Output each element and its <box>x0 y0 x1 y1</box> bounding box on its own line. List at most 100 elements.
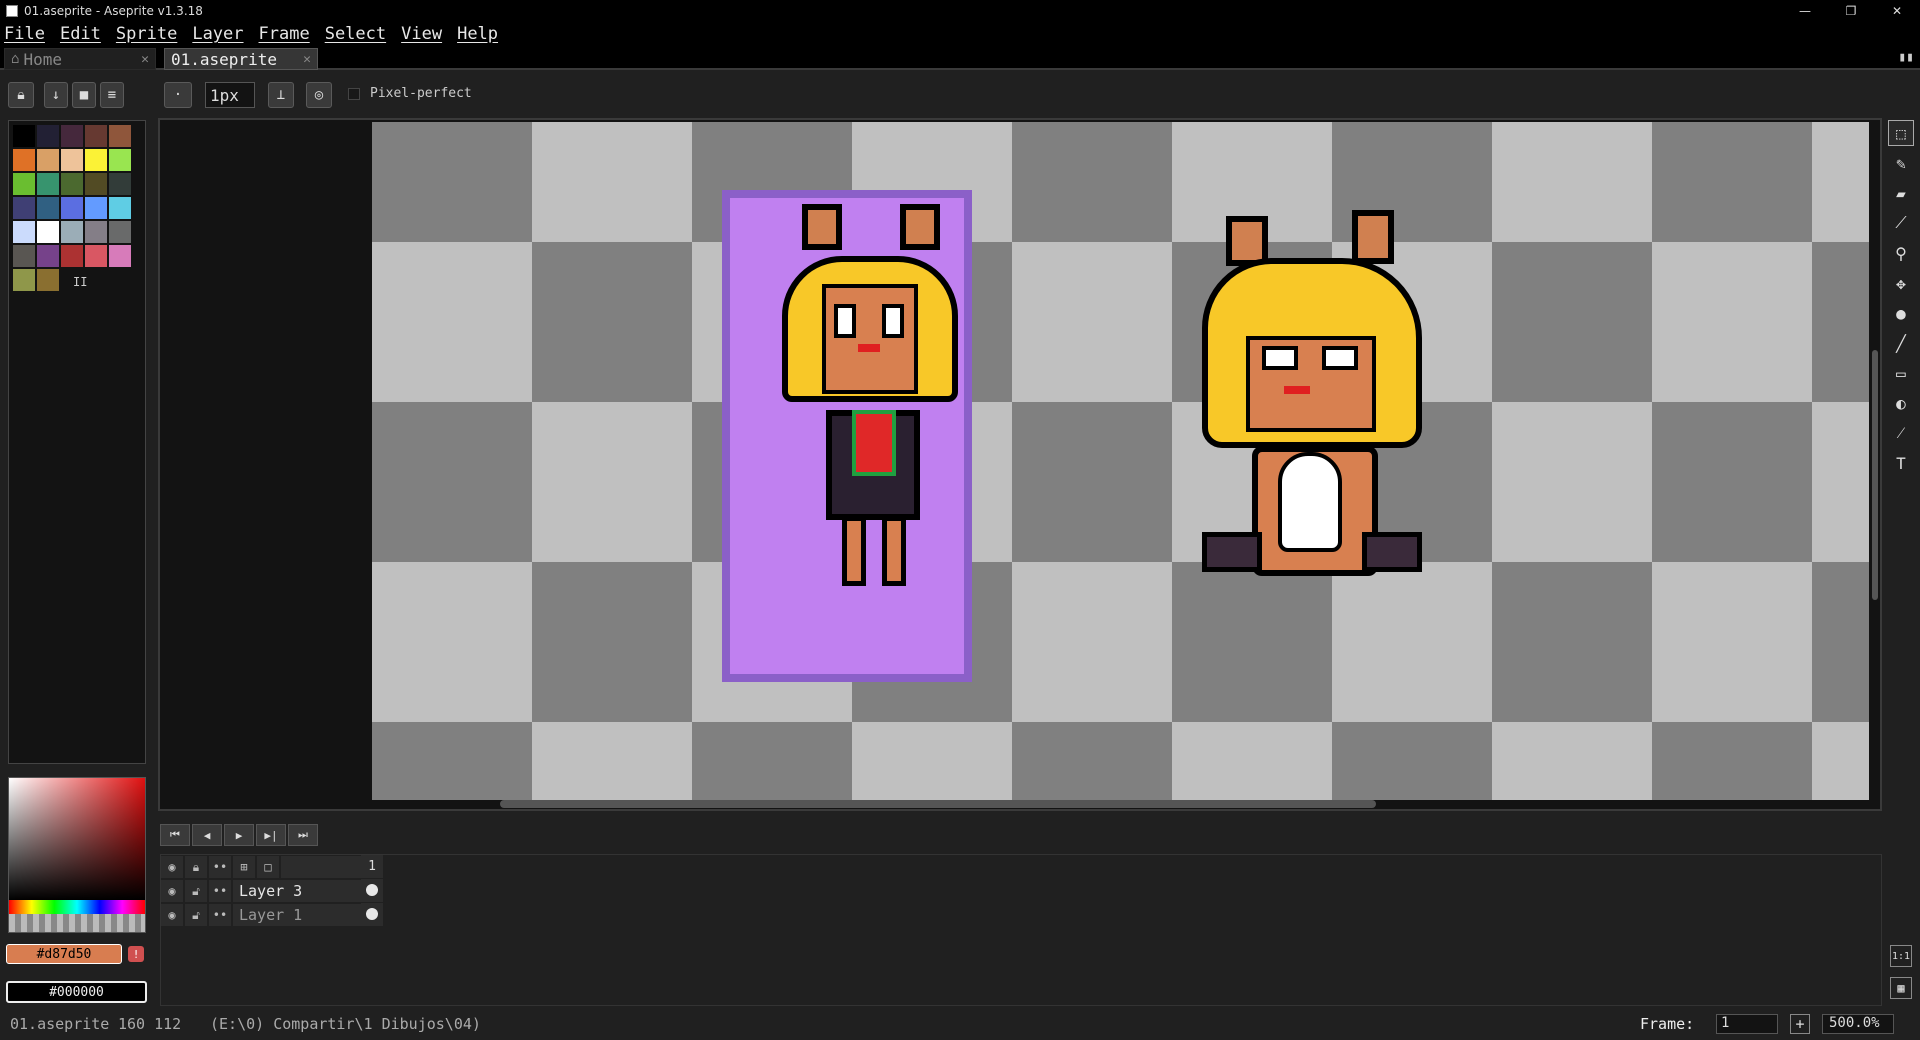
pencil-icon[interactable]: ✎ <box>1888 150 1914 176</box>
stamp-icon[interactable]: ⊥ <box>268 82 294 108</box>
palette-swatch[interactable] <box>37 173 59 195</box>
palette-swatch[interactable] <box>109 173 131 195</box>
lock-icon[interactable]: 🔒︎ <box>8 82 34 108</box>
sprite-canvas[interactable] <box>372 122 1869 800</box>
palette-swatch[interactable] <box>13 149 35 171</box>
continuous-icon[interactable]: •• <box>209 856 231 878</box>
background-color-button[interactable]: #000000 <box>6 981 147 1003</box>
palette-swatch[interactable] <box>37 125 59 147</box>
next-frame-button[interactable]: ▶| <box>256 824 286 846</box>
palette-swatch[interactable] <box>13 245 35 267</box>
palette-swatch[interactable] <box>13 197 35 219</box>
palette-swatch[interactable] <box>109 245 131 267</box>
line-icon[interactable]: ╱ <box>1888 330 1914 356</box>
paint-bucket-icon[interactable]: ● <box>1888 300 1914 326</box>
palette-swatch[interactable] <box>37 221 59 243</box>
frame-input[interactable]: 1 <box>1716 1014 1778 1034</box>
close-icon[interactable]: ✕ <box>141 52 149 67</box>
palette-swatch[interactable] <box>85 197 107 219</box>
color-slot-icon[interactable]: ■ <box>72 82 96 108</box>
hue-slider[interactable] <box>9 900 145 914</box>
palette-swatch[interactable] <box>61 221 83 243</box>
contour-icon[interactable]: ◐ <box>1888 390 1914 416</box>
pixel-perfect-checkbox[interactable] <box>348 87 360 100</box>
menu-sprite[interactable]: Sprite <box>116 24 177 44</box>
rectangular-marquee-icon[interactable]: ⬚ <box>1888 120 1914 146</box>
lock-icon[interactable]: 🔓︎ <box>185 904 207 926</box>
palette-swatch[interactable] <box>61 197 83 219</box>
palette-swatch[interactable] <box>37 149 59 171</box>
pixel-perfect-toggle[interactable]: Pixel-perfect <box>348 86 472 101</box>
palette-swatch[interactable] <box>85 245 107 267</box>
palette-swatch[interactable] <box>61 173 83 195</box>
menu-layer[interactable]: Layer <box>192 24 243 44</box>
warning-icon[interactable]: ! <box>128 946 144 962</box>
tab-document[interactable]: 01.aseprite ✕ <box>164 48 318 70</box>
maximize-button[interactable]: ❐ <box>1828 0 1874 22</box>
brush-type-icon[interactable]: · <box>164 82 192 108</box>
palette-swatch[interactable] <box>109 197 131 219</box>
layer-row[interactable]: ◉ 🔓︎ •• Layer 3 <box>161 879 383 903</box>
palette-swatch[interactable] <box>61 245 83 267</box>
palette-swatch[interactable] <box>13 173 35 195</box>
grid-icon[interactable]: ▦ <box>1890 977 1912 999</box>
palette-swatch[interactable] <box>61 125 83 147</box>
eye-icon[interactable]: ◉ <box>161 904 183 926</box>
palette-swatch[interactable] <box>13 125 35 147</box>
palette-swatch[interactable] <box>61 149 83 171</box>
arrow-down-icon[interactable]: ↓ <box>44 82 68 108</box>
eye-icon[interactable]: ◉ <box>161 856 183 878</box>
last-frame-button[interactable]: ⏭ <box>288 824 318 846</box>
add-frame-button[interactable]: + <box>1790 1014 1810 1034</box>
text-icon[interactable]: T <box>1888 450 1914 476</box>
zoom-input[interactable]: 500.0% <box>1822 1014 1894 1034</box>
tab-home[interactable]: ⌂ Home ✕ <box>4 48 156 70</box>
rectangle-icon[interactable]: ▭ <box>1888 360 1914 386</box>
cel[interactable] <box>361 903 383 925</box>
eye-icon[interactable]: ◉ <box>161 880 183 902</box>
continuous-icon[interactable]: •• <box>209 880 231 902</box>
lock-icon[interactable]: 🔒︎ <box>185 856 207 878</box>
lock-icon[interactable]: 🔓︎ <box>185 880 207 902</box>
panel-toggle-icon[interactable]: ▮▮ <box>1898 50 1914 65</box>
palette-swatch[interactable] <box>13 269 35 291</box>
continuous-icon[interactable]: •• <box>209 904 231 926</box>
menu-file[interactable]: File <box>4 24 45 44</box>
palette-swatch[interactable] <box>85 125 107 147</box>
layer-row[interactable]: ◉ 🔓︎ •• Layer 1 <box>161 903 383 927</box>
ink-icon[interactable]: ◎ <box>306 82 332 108</box>
menu-view[interactable]: View <box>401 24 442 44</box>
palette-more-icon[interactable]: II <box>73 275 87 289</box>
palette-swatch[interactable] <box>85 221 107 243</box>
palette-swatch[interactable] <box>37 197 59 219</box>
palette-swatch[interactable] <box>85 173 107 195</box>
eyedropper-icon[interactable]: ⟋ <box>1888 210 1914 236</box>
first-frame-button[interactable]: ⏮ <box>160 824 190 846</box>
menu-frame[interactable]: Frame <box>259 24 310 44</box>
play-button[interactable]: ▶ <box>224 824 254 846</box>
palette-swatch[interactable] <box>37 245 59 267</box>
horizontal-scrollbar[interactable] <box>500 800 1376 808</box>
menu-help[interactable]: Help <box>457 24 498 44</box>
menu-edit[interactable]: Edit <box>60 24 101 44</box>
previous-frame-button[interactable]: ◀ <box>192 824 222 846</box>
palette-swatch[interactable] <box>13 221 35 243</box>
palette-swatch[interactable] <box>109 221 131 243</box>
blur-icon[interactable]: ⁄ <box>1888 420 1914 446</box>
palette-swatch[interactable] <box>109 125 131 147</box>
group-icon[interactable]: ⊞ <box>233 856 255 878</box>
menu-icon[interactable]: ≡ <box>100 82 124 108</box>
move-icon[interactable]: ✥ <box>1888 270 1914 296</box>
canvas-editor[interactable] <box>158 118 1882 811</box>
cel[interactable] <box>361 879 383 901</box>
new-layer-icon[interactable]: □ <box>257 856 279 878</box>
vertical-scrollbar[interactable] <box>1872 350 1878 600</box>
actual-size-button[interactable]: 1:1 <box>1890 945 1912 967</box>
frame-header-1[interactable]: 1 <box>361 855 383 877</box>
menu-select[interactable]: Select <box>325 24 386 44</box>
brush-size-input[interactable]: 1px <box>205 82 255 108</box>
eraser-icon[interactable]: ▰ <box>1888 180 1914 206</box>
close-icon[interactable]: ✕ <box>303 52 311 67</box>
palette-swatch[interactable] <box>37 269 59 291</box>
palette-swatch[interactable] <box>85 149 107 171</box>
